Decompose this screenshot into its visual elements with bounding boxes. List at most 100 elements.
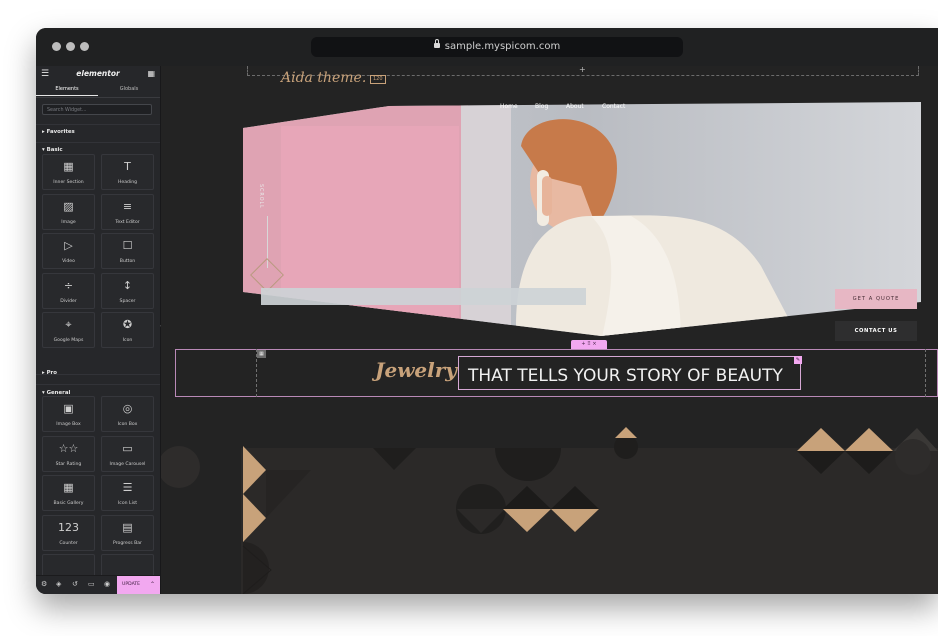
nav-blog[interactable]: Blog xyxy=(535,103,548,110)
address-bar[interactable]: sample.myspicom.com xyxy=(311,37,683,57)
section-pro[interactable]: ▸ Pro xyxy=(42,370,57,376)
widget-label: Icon xyxy=(122,338,133,343)
widgets-grid-icon[interactable]: ▦ xyxy=(147,69,155,78)
widget-icon[interactable]: ✪ Icon xyxy=(101,312,154,348)
widget-label: Basic Gallery xyxy=(53,501,84,506)
nav-home[interactable]: Home xyxy=(500,103,518,110)
lock-icon xyxy=(433,39,440,48)
section-label: Basic xyxy=(46,147,63,153)
widget-divider[interactable]: ÷ Divider xyxy=(42,272,95,309)
widget-image-carousel[interactable]: ▭ Image Carousel xyxy=(101,435,154,472)
contact-us-button[interactable]: CONTACT US xyxy=(835,321,917,341)
section-handle[interactable]: + ⠿ × xyxy=(571,340,607,349)
widget-label: Progress Bar xyxy=(113,540,142,546)
divider xyxy=(36,124,160,125)
video-icon: ▷ xyxy=(64,239,73,252)
scroll-indicator-label: SCROLL xyxy=(258,184,263,209)
background-pattern xyxy=(161,102,938,594)
google-maps-icon: ⌖ xyxy=(65,318,72,331)
image-carousel-icon: ▭ xyxy=(122,441,133,455)
headline-tagline[interactable]: THAT TELLS YOUR STORY OF BEAUTY xyxy=(468,366,783,386)
site-logo[interactable]: Aida theme. xyxy=(281,70,366,86)
star-icon: ✪ xyxy=(122,318,133,331)
add-section-plus-icon[interactable]: + xyxy=(579,66,586,74)
history-icon[interactable]: ↺ xyxy=(72,580,78,588)
edit-widget-pencil-icon[interactable]: ✎ xyxy=(794,356,802,364)
widget-label: Star Rating xyxy=(55,461,82,467)
text-editor-icon: ≡ xyxy=(122,199,133,213)
chevron-up-icon[interactable]: ⌃ xyxy=(145,576,155,594)
icon-box-icon: ◎ xyxy=(122,402,133,415)
tab-elements[interactable]: Elements xyxy=(36,83,98,96)
browser-titlebar: sample.myspicom.com xyxy=(36,28,938,66)
widget-heading[interactable]: T Heading xyxy=(101,154,154,190)
elementor-panel: ☰ elementor ▦ Elements Globals Search Wi… xyxy=(36,66,161,594)
progress-bar-icon: ▤ xyxy=(122,520,133,534)
icon-list-icon: ☰ xyxy=(122,481,133,494)
widget-label: Counter xyxy=(59,540,78,546)
section-favorites[interactable]: ▸ Favorites xyxy=(42,129,75,135)
widget-icon-list[interactable]: ☰ Icon List xyxy=(101,475,154,511)
widget-label: Icon Box xyxy=(117,422,138,427)
counter-icon: 123 xyxy=(58,520,79,534)
nav-about[interactable]: About xyxy=(566,103,584,110)
column-handle-icon[interactable]: ▦ xyxy=(257,350,266,358)
spacer-icon: ↕ xyxy=(122,278,133,292)
url-text: sample.myspicom.com xyxy=(444,41,561,52)
widget-icon-box[interactable]: ◎ Icon Box xyxy=(101,396,154,432)
widget-button[interactable]: ☐ Button xyxy=(101,233,154,269)
widget-label: Google Maps xyxy=(53,338,84,343)
section-basic[interactable]: ▾ Basic xyxy=(42,147,63,153)
elementor-logo: elementor xyxy=(76,69,120,78)
inner-section-icon: ▦ xyxy=(63,160,74,173)
divider-icon: ÷ xyxy=(63,278,74,292)
button-icon: ☐ xyxy=(122,239,133,252)
widget-label: Spacer xyxy=(119,298,136,304)
update-button[interactable]: UPDATE ⌃ xyxy=(117,576,160,594)
divider xyxy=(36,384,160,385)
nav-contact[interactable]: Contact xyxy=(602,103,625,110)
tab-globals[interactable]: Globals xyxy=(98,83,160,95)
widget-inner-section[interactable]: ▦ Inner Section xyxy=(42,154,95,190)
widget-image[interactable]: ▨ Image xyxy=(42,193,95,230)
widget-label: Image Carousel xyxy=(109,461,146,467)
logo-badge: 120 xyxy=(370,75,386,84)
get-quote-button[interactable]: GET A QUOTE xyxy=(835,289,917,309)
settings-icon[interactable]: ⚙ xyxy=(41,580,47,588)
widget-star-rating[interactable]: ☆☆ Star Rating xyxy=(42,435,95,472)
headline-script[interactable]: Jewelry xyxy=(375,358,457,382)
widget-label: Heading xyxy=(117,180,138,185)
image-icon: ▨ xyxy=(63,199,74,213)
widget-label: Icon List xyxy=(117,501,138,506)
widget-text-editor[interactable]: ≡ Text Editor xyxy=(101,193,154,230)
widget-google-maps[interactable]: ⌖ Google Maps xyxy=(42,312,95,348)
panel-footer: ⚙ ◈ ↺ ▭ ◉ UPDATE ⌃ xyxy=(36,575,160,594)
hero-text-placeholder xyxy=(261,288,586,305)
widget-basic-gallery[interactable]: ▦ Basic Gallery xyxy=(42,475,95,511)
responsive-icon[interactable]: ▭ xyxy=(88,580,95,588)
layers-icon[interactable]: ◈ xyxy=(56,580,61,588)
hero-image xyxy=(243,102,921,336)
minimize-window-dot[interactable] xyxy=(66,42,75,51)
widget-image-box[interactable]: ▣ Image Box xyxy=(42,396,95,432)
preview-eye-icon[interactable]: ◉ xyxy=(104,580,110,588)
star-rating-icon: ☆☆ xyxy=(58,441,79,455)
widget-label: Text Editor xyxy=(115,219,140,225)
widget-progress-bar[interactable]: ▤ Progress Bar xyxy=(101,514,154,551)
widget-counter[interactable]: 123 Counter xyxy=(42,514,95,551)
widget-label: Button xyxy=(119,259,136,264)
widget-label: Inner Section xyxy=(53,180,84,185)
page-preview: + Aida theme. 120 Home Blog About Contac… xyxy=(161,66,938,594)
section-label: Favorites xyxy=(46,129,75,135)
panel-header: ☰ elementor ▦ xyxy=(36,66,160,82)
divider xyxy=(36,142,160,143)
basic-gallery-icon: ▦ xyxy=(63,481,74,494)
panel-tabs: Elements Globals xyxy=(36,83,160,98)
maximize-window-dot[interactable] xyxy=(80,42,89,51)
close-window-dot[interactable] xyxy=(52,42,61,51)
browser-window: sample.myspicom.com ☰ elementor ▦ Elemen… xyxy=(36,28,938,594)
widget-spacer[interactable]: ↕ Spacer xyxy=(101,272,154,309)
search-widget-input[interactable]: Search Widget... xyxy=(42,104,152,115)
widget-video[interactable]: ▷ Video xyxy=(42,233,95,269)
heading-icon: T xyxy=(124,160,131,173)
